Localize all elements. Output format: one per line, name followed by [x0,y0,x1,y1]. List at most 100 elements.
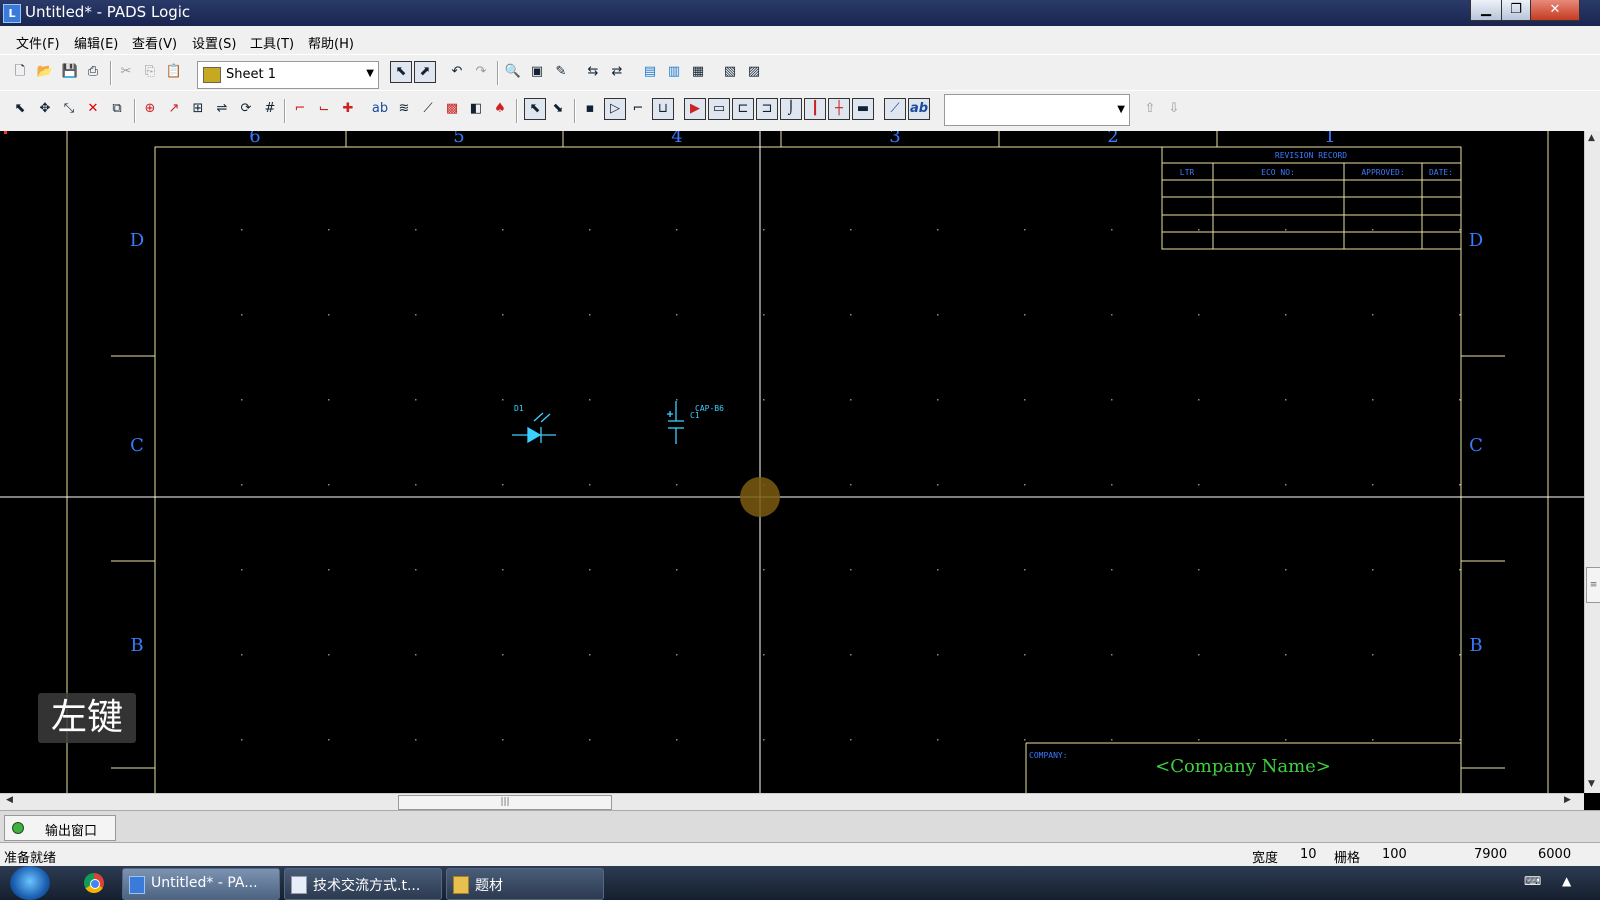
windows-taskbar: Untitled* - PA... 技术交流方式.t... 题材 ⌨ ▲ [0,866,1600,900]
vertical-scrollbar[interactable]: ▲ ≡ ▼ [1584,131,1600,793]
pads-layout-link-icon[interactable]: ▤ [640,62,660,82]
menu-help[interactable]: 帮助(H) [308,33,354,52]
toolbar-combo[interactable]: ▼ [944,94,1130,126]
copy-item-icon[interactable]: ⧉ [107,99,127,119]
select-pins-icon[interactable]: ⌐ [628,99,648,119]
maximize-button[interactable]: ❐ [1501,0,1531,21]
new-file-icon[interactable]: 🗋 [10,62,30,82]
grid-dot [1198,484,1200,486]
grid-dot [937,654,939,656]
select-wire-end-icon[interactable]: ┃ [804,98,826,120]
select-mode-icon[interactable]: ⬉ [390,61,412,83]
rotate-icon[interactable]: ⟳ [236,99,256,119]
start-button[interactable] [10,866,50,900]
select-icon[interactable]: ⬉ [10,99,30,119]
select-tie-dots-icon[interactable]: ┼ [828,98,850,120]
taskbar-item-pads[interactable]: Untitled* - PA... [122,868,280,900]
select-connections-icon[interactable]: ▶ [684,98,706,120]
grid-dot [850,399,852,401]
move-icon[interactable]: ✥ [35,99,55,119]
report-icon[interactable]: ▧ [720,62,740,82]
select-power-icon[interactable]: ⊏ [732,98,754,120]
menu-file[interactable]: 文件(F) [16,33,60,52]
taskbar-item-folder[interactable]: 题材 [446,868,604,900]
zoom-icon[interactable]: 🔍 [503,62,523,82]
undo-icon[interactable]: ↶ [447,62,467,82]
grid-dot [1024,484,1026,486]
add-2d-line-icon[interactable]: ⟋ [418,99,438,119]
schematic-canvas[interactable]: 6 5 4 3 2 1 D C B D C B REVISION RECORD … [0,131,1584,793]
pads-router-link-icon[interactable]: ▥ [664,62,684,82]
swap-pin-icon[interactable]: ⇌ [212,99,232,119]
attribute-icon[interactable]: ♠ [490,99,510,119]
select-labels-icon[interactable]: ▬ [852,98,874,120]
redo-icon[interactable]: ↷ [471,62,491,82]
add-junction-icon[interactable]: ✚ [338,99,358,119]
copy-icon[interactable]: ⎘ [140,62,160,82]
select-filter-icon[interactable]: ⬈ [414,61,436,83]
output-window-tab[interactable]: 输出窗口 [4,815,116,841]
edit-part-icon[interactable]: ◧ [466,99,486,119]
select-gates-icon[interactable]: ▷ [604,98,626,120]
add-connection-icon[interactable]: ↗ [164,99,184,119]
horizontal-scroll-thumb[interactable]: ||| [398,795,612,810]
select-ground-icon[interactable]: ⊐ [756,98,778,120]
grid-dot [937,399,939,401]
cut-icon[interactable]: ✂ [116,62,136,82]
select-nets-icon[interactable]: ⊔ [652,98,674,120]
select-text-icon[interactable]: ab [908,98,930,120]
create-block-icon[interactable]: ▩ [442,99,462,119]
add-bus-icon[interactable]: ⊞ [188,99,208,119]
paste-icon[interactable]: 📋 [164,62,184,82]
library-icon[interactable]: ▣ [527,62,547,82]
menu-tools[interactable]: 工具(T) [250,33,294,52]
forward-annotate-icon[interactable]: ⇆ [583,62,603,82]
delete-icon[interactable]: ✕ [83,99,103,119]
sheet-selector[interactable]: Sheet 1 ▼ [197,61,379,89]
scroll-down-icon[interactable]: ▼ [1588,779,1595,789]
print-icon[interactable]: ⎙ [83,62,103,82]
select-2d-lines-icon[interactable]: ⟋ [884,98,906,120]
horizontal-scrollbar[interactable]: ◀ ||| ▶ [0,793,1584,810]
add-part-icon[interactable]: ⊕ [140,99,160,119]
filter-select-icon[interactable]: ⬉ [524,98,546,120]
row-label-right: B [1469,635,1482,656]
add-wire-icon[interactable]: ⌐ [290,99,310,119]
add-bus-entry-icon[interactable]: ⌙ [314,99,334,119]
renumber-icon[interactable]: # [260,99,280,119]
select-anything-icon[interactable]: ⬊ [548,99,568,119]
keyboard-icon[interactable]: ⌨ [1524,874,1541,888]
grid-dot [1198,654,1200,656]
select-segments-icon[interactable]: ⌡ [780,98,802,120]
properties-icon[interactable]: ✎ [551,62,571,82]
menu-edit[interactable]: 编辑(E) [74,33,118,52]
drag-icon[interactable]: ⤡ [59,99,79,119]
add-text-icon[interactable]: ab [370,99,390,119]
back-annotate-icon[interactable]: ⇄ [607,62,627,82]
menu-view[interactable]: 查看(V) [132,33,177,52]
grid-dot [937,484,939,486]
design-verify-icon[interactable]: ▦ [688,62,708,82]
select-parts-icon[interactable]: ▪ [580,99,600,119]
scroll-left-icon[interactable]: ◀ [6,795,13,805]
arrow-down-icon[interactable]: ⇩ [1164,99,1184,119]
arrow-up-icon[interactable]: ⇧ [1140,99,1160,119]
open-folder-icon[interactable]: 📂 [35,62,55,82]
save-icon[interactable]: 💾 [60,62,80,82]
menu-setup[interactable]: 设置(S) [192,33,236,52]
add-field-icon[interactable]: ≋ [394,99,414,119]
scroll-right-icon[interactable]: ▶ [1564,795,1571,805]
cursor-y: 6000 [1538,847,1572,862]
vertical-scroll-thumb[interactable]: ≡ [1586,567,1600,603]
taskbar-item-notepad[interactable]: 技术交流方式.t... [284,868,442,900]
scroll-up-icon[interactable]: ▲ [1588,133,1595,143]
select-off-page-icon[interactable]: ▭ [708,98,730,120]
close-button[interactable]: ✕ [1530,0,1580,21]
tray-expand-icon[interactable]: ▲ [1562,874,1571,888]
row-label-left: D [130,230,144,251]
grid-dot [415,399,417,401]
window-icon[interactable]: ▨ [744,62,764,82]
chrome-icon[interactable] [84,873,104,893]
row-label-left: C [130,435,144,456]
minimize-button[interactable]: ▁ [1470,0,1502,21]
